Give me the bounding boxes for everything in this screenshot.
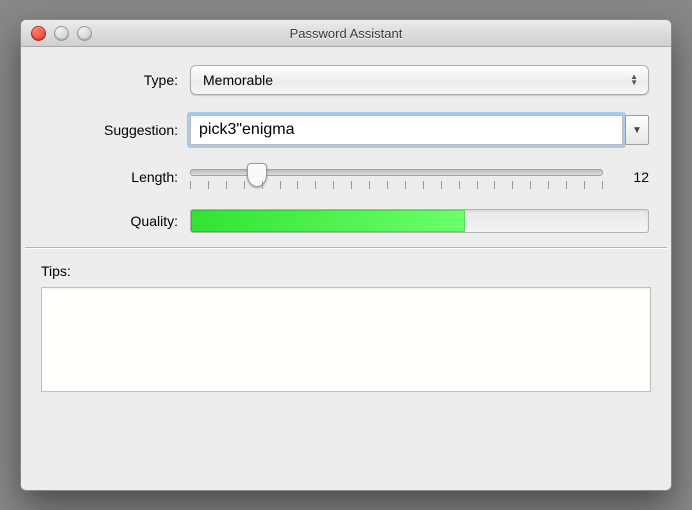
minimize-button[interactable] — [54, 26, 69, 41]
suggestion-dropdown-button[interactable]: ▼ — [625, 115, 649, 145]
close-button[interactable] — [31, 26, 46, 41]
type-label: Type: — [43, 72, 190, 88]
type-row: Type: Memorable ▲▼ — [43, 65, 649, 95]
tips-box — [41, 287, 651, 392]
password-assistant-window: Password Assistant Type: Memorable ▲▼ Su… — [20, 19, 672, 491]
updown-arrow-icon: ▲▼ — [630, 74, 638, 86]
tips-label: Tips: — [41, 263, 651, 279]
suggestion-row: Suggestion: ▼ — [43, 115, 649, 145]
length-slider[interactable] — [190, 165, 603, 189]
titlebar: Password Assistant — [21, 20, 671, 47]
chevron-down-icon: ▼ — [632, 125, 642, 136]
slider-ticks — [190, 181, 603, 189]
suggestion-label: Suggestion: — [43, 122, 190, 138]
quality-fill — [191, 210, 465, 232]
tips-section: Tips: — [21, 249, 671, 415]
content-area: Type: Memorable ▲▼ Suggestion: ▼ Length: — [21, 47, 671, 247]
type-selected-value: Memorable — [203, 72, 273, 88]
length-value: 12 — [619, 169, 649, 185]
type-popup[interactable]: Memorable ▲▼ — [190, 65, 649, 95]
length-slider-wrap: 12 — [190, 165, 649, 189]
length-row: Length: 12 — [43, 165, 649, 189]
length-label: Length: — [43, 169, 190, 185]
suggestion-input[interactable] — [190, 115, 623, 145]
quality-bar — [190, 209, 649, 233]
quality-label: Quality: — [43, 213, 190, 229]
window-title: Password Assistant — [21, 26, 671, 41]
suggestion-combo: ▼ — [190, 115, 649, 145]
window-controls — [31, 26, 92, 41]
zoom-button[interactable] — [77, 26, 92, 41]
quality-row: Quality: — [43, 209, 649, 233]
